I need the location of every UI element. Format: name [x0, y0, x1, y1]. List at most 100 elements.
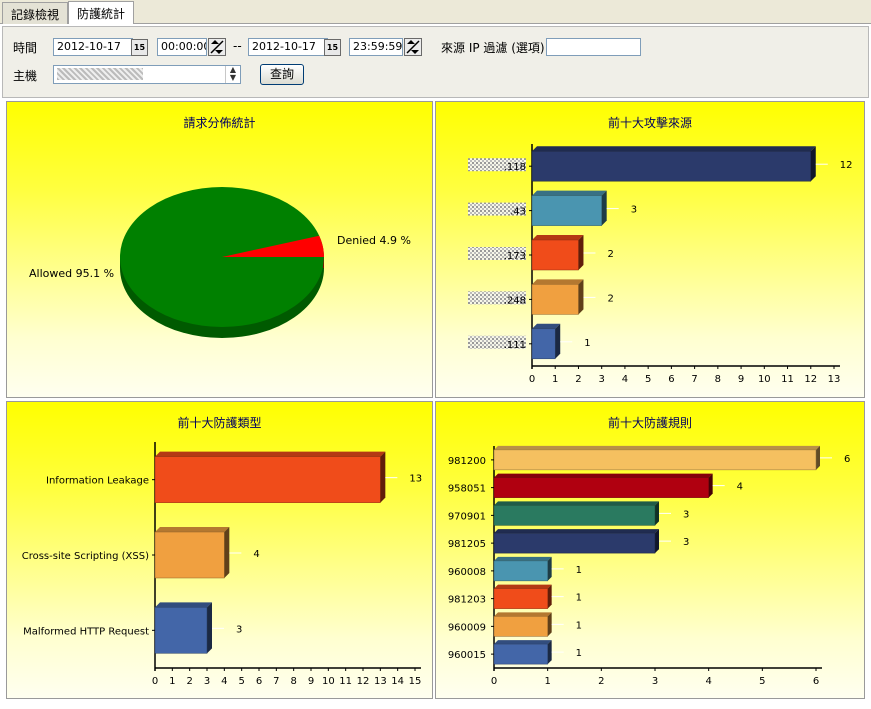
- x-tick-label: 6: [813, 676, 819, 687]
- x-tick-label: 11: [781, 374, 794, 385]
- end-date-field[interactable]: 2012-10-17: [248, 38, 328, 56]
- x-tick-label: 5: [645, 374, 651, 385]
- bar-side-face: [601, 190, 607, 226]
- x-tick-label: 4: [622, 374, 628, 385]
- category-label: 960009: [448, 622, 486, 633]
- pie-label-denied: Denied 4.9 %: [337, 234, 411, 247]
- types-bar-chart: 0 1 2 3 4 5 6 7 8 9 10 11 12 13 14 1513Information Leak…: [22, 442, 422, 687]
- category-label: .118: [504, 162, 526, 173]
- select-spinner-icon[interactable]: ▲ ▼: [225, 66, 240, 83]
- bar-side-face: [380, 451, 386, 503]
- bar-side-face: [207, 602, 212, 654]
- x-tick-label: 3: [204, 676, 210, 687]
- start-calendar-icon[interactable]: 15: [131, 39, 148, 56]
- bar-value-label: 3: [631, 205, 637, 216]
- category-label: 981203: [448, 595, 486, 606]
- bar-top-face: [532, 146, 816, 152]
- bar-top-face: [494, 584, 552, 589]
- query-button[interactable]: 查詢: [260, 64, 304, 85]
- bar-side-face: [655, 501, 659, 526]
- bar-value-label: 3: [683, 537, 689, 548]
- rules-bar-chart: 0 1 2 3 4 5 6 6 981200 4 958051 3 970901 3 981205 1 9600…: [448, 445, 850, 687]
- source-ip-filter-input[interactable]: [546, 38, 641, 56]
- bar-value-label: 12: [840, 160, 853, 171]
- x-tick-label: 5: [759, 676, 765, 687]
- x-tick-label: 0: [491, 676, 497, 687]
- bar-top-face: [494, 640, 552, 645]
- bar-top-face: [494, 529, 659, 534]
- x-tick-label: 9: [308, 676, 314, 687]
- bar-side-face: [708, 473, 713, 498]
- bar-value-label: 13: [409, 474, 422, 485]
- bar: [493, 449, 817, 471]
- x-tick-label: 6: [256, 676, 262, 687]
- end-calendar-icon[interactable]: 15: [324, 39, 341, 56]
- x-tick-label: 2: [186, 676, 192, 687]
- bar-side-face: [816, 445, 820, 470]
- time-label: 時間: [13, 41, 38, 55]
- bar-top-face: [532, 235, 584, 240]
- category-label: .248: [504, 295, 526, 306]
- start-time-field[interactable]: 00:00:00: [157, 38, 207, 56]
- end-time-spinner-icon[interactable]: [404, 38, 422, 56]
- category-label: 960015: [448, 650, 486, 661]
- bar-top-face: [494, 612, 552, 617]
- host-label: 主機: [13, 69, 38, 83]
- host-select-value: [57, 68, 143, 80]
- category-label: 970901: [448, 511, 486, 522]
- bar-value-label: 1: [576, 620, 582, 631]
- bar: [531, 239, 579, 271]
- bar-value-label: 1: [576, 593, 582, 604]
- bar-value-label: 1: [576, 648, 582, 659]
- bar: [493, 643, 548, 665]
- x-tick-label: 2: [575, 374, 581, 385]
- bar: [493, 588, 548, 609]
- bar: [154, 607, 208, 654]
- x-tick-label: 1: [544, 676, 550, 687]
- bar-value-label: 3: [683, 509, 689, 520]
- category-label: Cross-site Scripting (XSS): [22, 551, 149, 562]
- bar-value-label: 2: [607, 293, 613, 304]
- bar-value-label: 1: [576, 565, 582, 576]
- bar-side-face: [555, 323, 561, 359]
- category-label: 981205: [448, 539, 486, 550]
- bar-value-label: 6: [844, 454, 850, 465]
- tab-protection-stats[interactable]: 防護統計: [68, 1, 135, 24]
- bar: [531, 150, 812, 182]
- source-ip-filter-label: 來源 IP 過濾 (選項): [441, 41, 545, 55]
- bar-value-label: 2: [607, 249, 613, 260]
- tab-bar: 記錄檢視 防護統計: [0, 0, 871, 24]
- bar-side-face: [547, 556, 552, 581]
- start-time-spinner-icon[interactable]: [208, 38, 226, 56]
- pie-label-allowed: Allowed 95.1 %: [29, 267, 114, 280]
- x-tick-label: 7: [691, 374, 697, 385]
- bar: [493, 616, 548, 637]
- x-tick-label: 4: [705, 676, 711, 687]
- bar: [493, 505, 656, 526]
- bar-side-face: [547, 612, 552, 637]
- x-tick-label: 10: [322, 676, 335, 687]
- bar-top-face: [532, 279, 584, 285]
- x-tick-label: 12: [804, 374, 817, 385]
- x-tick-label: 3: [599, 374, 605, 385]
- category-label: 960008: [448, 567, 486, 578]
- x-tick-label: 5: [238, 676, 244, 687]
- x-tick-label: 0: [529, 374, 535, 385]
- bar: [493, 477, 709, 498]
- bar: [531, 195, 602, 226]
- end-time-field[interactable]: 23:59:59: [349, 38, 403, 56]
- host-select[interactable]: ▲ ▼: [53, 65, 241, 84]
- bar-top-face: [155, 602, 212, 608]
- bar-top-face: [494, 501, 659, 506]
- category-label: 958051: [448, 484, 486, 495]
- bar-value-label: 4: [737, 482, 743, 493]
- bar-side-face: [547, 640, 552, 665]
- x-tick-label: 15: [409, 676, 422, 687]
- x-tick-label: 4: [221, 676, 227, 687]
- tab-log-view[interactable]: 記錄檢視: [2, 2, 69, 24]
- bar-side-face: [810, 146, 816, 182]
- x-tick-label: 12: [357, 676, 370, 687]
- start-date-field[interactable]: 2012-10-17: [53, 38, 133, 56]
- x-tick-label: 6: [668, 374, 674, 385]
- bar-value-label: 1: [584, 338, 590, 349]
